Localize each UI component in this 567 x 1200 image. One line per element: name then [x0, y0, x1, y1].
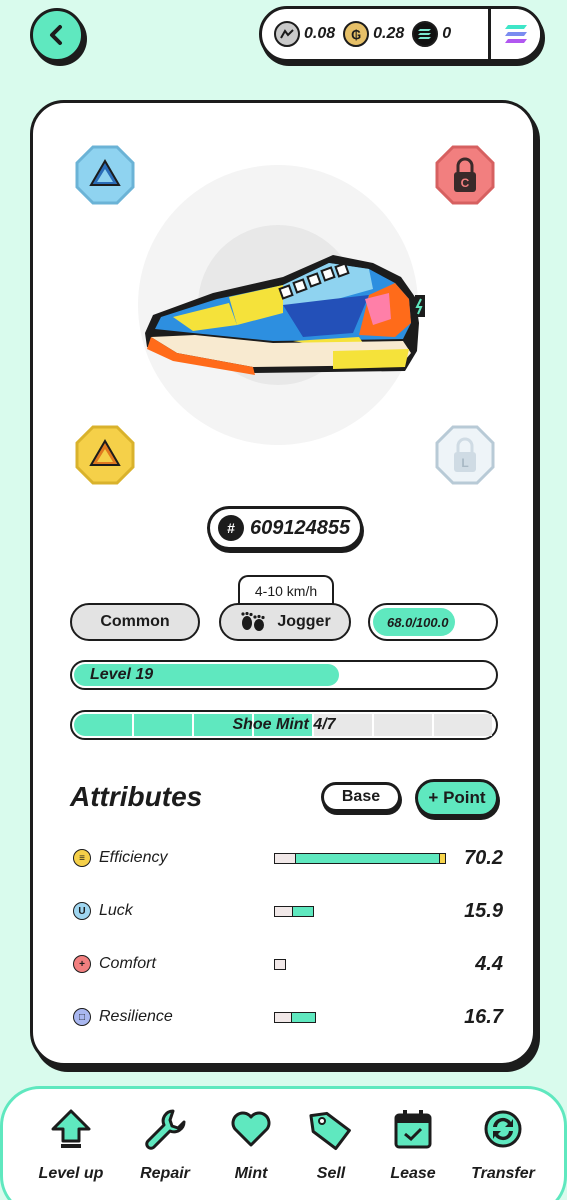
durability-fill: 68.0/100.0: [373, 608, 455, 636]
nav-lease[interactable]: Lease: [373, 1107, 453, 1183]
chevron-left-icon: [50, 25, 62, 45]
gst-value: 0.08: [304, 25, 336, 42]
mint-bar: Shoe Mint 4/7: [70, 710, 498, 740]
transfer-icon: [484, 1110, 522, 1148]
durability-bar: 68.0/100.0: [368, 603, 498, 641]
back-button[interactable]: [30, 8, 84, 62]
level-fill: Level 19: [74, 664, 339, 686]
nav-label: Mint: [234, 1165, 268, 1182]
gst-coin-icon: [274, 21, 300, 47]
attribute-row: □ Resilience 16.7: [73, 1002, 503, 1032]
add-point-button[interactable]: + Point: [415, 779, 499, 817]
gem-slot-bottom-right-locked[interactable]: L: [435, 425, 495, 485]
level-up-icon: [51, 1109, 91, 1148]
sneaker-id-text: 609124855: [250, 516, 351, 539]
luck-icon: U: [73, 902, 91, 920]
sneaker-image: [145, 255, 425, 375]
gem-slot-top-left[interactable]: [75, 145, 135, 205]
gem-slot-top-right-locked[interactable]: C: [435, 145, 495, 205]
comfort-icon: +: [73, 955, 91, 973]
svg-text:C: C: [461, 176, 470, 190]
attribute-value: 4.4: [475, 952, 503, 975]
hash-icon: #: [218, 515, 244, 541]
base-button[interactable]: Base: [321, 782, 401, 812]
attributes-title: Attributes: [70, 781, 203, 812]
level-bar: Level 19: [70, 660, 498, 690]
rarity-badge: Common: [70, 603, 200, 641]
balance-bar[interactable]: 0.08 ₲ 0.28 0: [259, 6, 543, 62]
svg-text:L: L: [461, 456, 468, 470]
attribute-row: + Comfort 4.4: [73, 949, 503, 979]
gmt-value: 0.28: [373, 25, 405, 42]
nav-label: Lease: [390, 1165, 436, 1182]
solana-wallet-icon: [504, 25, 527, 43]
nav-repair[interactable]: Repair: [125, 1107, 205, 1183]
attribute-bar: [274, 852, 446, 864]
heart-icon: [231, 1111, 271, 1147]
sneaker-id[interactable]: # 609124855: [207, 506, 363, 550]
type-label: Jogger: [277, 613, 331, 630]
footprints-icon: [241, 612, 265, 631]
gem-slot-bottom-left[interactable]: [75, 425, 135, 485]
nav-label: Level up: [38, 1165, 104, 1182]
mint-label: Shoe Mint 4/7: [232, 716, 336, 733]
attribute-name: Luck: [99, 902, 133, 919]
attribute-row: ≡ Efficiency 70.2: [73, 843, 503, 873]
attribute-name: Efficiency: [99, 849, 168, 866]
calendar-icon: [394, 1110, 432, 1149]
sneaker-card: C L # 609124855 4-10 km/h Common Jogger …: [30, 100, 536, 1066]
attribute-value: 16.7: [464, 1005, 503, 1028]
efficiency-icon: ≡: [73, 849, 91, 867]
resilience-icon: □: [73, 1008, 91, 1026]
nav-label: Transfer: [471, 1165, 535, 1182]
attribute-value: 15.9: [464, 899, 503, 922]
attribute-name: Resilience: [99, 1008, 173, 1025]
nav-level-up[interactable]: Level up: [31, 1107, 111, 1183]
attribute-bar: [274, 905, 314, 917]
gst-balance: 0.08: [274, 21, 335, 47]
nav-transfer[interactable]: Transfer: [463, 1107, 543, 1183]
sol-balance: 0: [412, 21, 451, 47]
speed-range: 4-10 km/h: [238, 575, 334, 605]
sol-value: 0: [442, 25, 452, 42]
nav-mint[interactable]: Mint: [211, 1107, 291, 1183]
nav-label: Repair: [140, 1165, 190, 1182]
gmt-balance: ₲ 0.28: [343, 21, 404, 47]
attribute-row: U Luck 15.9: [73, 896, 503, 926]
attribute-value: 70.2: [464, 846, 503, 869]
tag-icon: [309, 1111, 351, 1151]
nav-label: Sell: [316, 1165, 346, 1182]
sol-coin-icon: [412, 21, 439, 47]
type-badge: Jogger: [219, 603, 351, 641]
nav-sell[interactable]: Sell: [291, 1107, 371, 1183]
wrench-icon: [145, 1109, 186, 1150]
bottom-nav: Level up Repair Mint Sell Lease Transfer: [0, 1086, 567, 1200]
attribute-bar: [274, 1011, 316, 1023]
attribute-bar: [274, 958, 286, 970]
attribute-name: Comfort: [99, 955, 156, 972]
gmt-coin-icon: ₲: [343, 21, 370, 47]
wallet-button[interactable]: [488, 9, 540, 59]
